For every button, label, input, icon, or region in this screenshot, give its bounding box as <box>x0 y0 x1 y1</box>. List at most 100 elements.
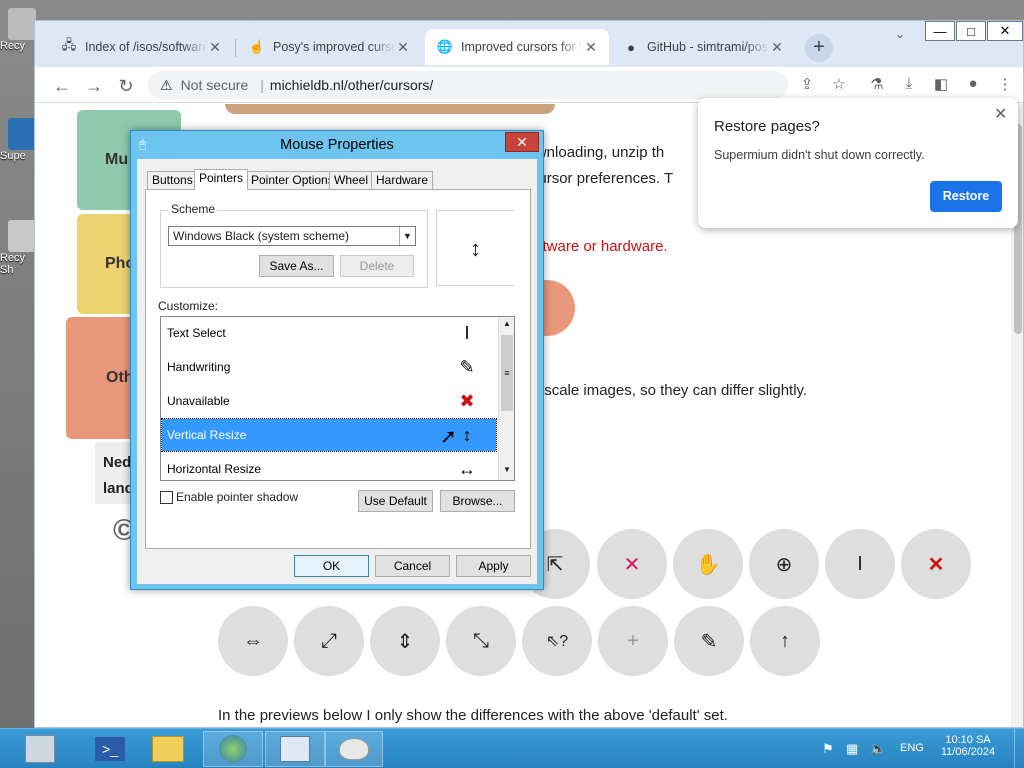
ok-button[interactable]: OK <box>294 555 369 577</box>
forward-button[interactable]: → <box>81 73 107 99</box>
tab-wheel[interactable]: Wheel <box>329 171 374 189</box>
cursor-preview-vresize: ⇕ <box>370 606 440 676</box>
security-label: Not secure <box>180 77 249 93</box>
show-desktop-button[interactable] <box>1014 729 1024 768</box>
profile-icon[interactable]: ● <box>961 75 985 95</box>
cursor-preview-box: ↕ <box>436 210 514 286</box>
mouse-icon[interactable] <box>325 731 383 767</box>
chevron-up-icon[interactable]: ▲ <box>499 319 514 333</box>
file-explorer-icon[interactable] <box>138 731 198 767</box>
close-icon[interactable]: ✕ <box>769 39 785 56</box>
share-icon[interactable]: ⇪ <box>795 75 819 95</box>
language-indicator[interactable]: ENG <box>900 742 924 754</box>
chevron-down-icon[interactable]: ▼ <box>499 465 514 479</box>
mouse-properties-dialog: 🖱 Mouse Properties ✕ Buttons Pointers Po… <box>130 130 544 590</box>
tab-search-icon[interactable]: ⌄ <box>895 27 905 41</box>
clock[interactable]: 10:10 SA 11/06/2024 <box>940 734 996 758</box>
unavailable-cursor-icon: ✖ <box>459 391 475 411</box>
scrollbar-thumb[interactable]: ≡ <box>501 335 513 411</box>
restore-pages-popup: Restore pages? ✕ Supermium didn't shut d… <box>698 98 1018 228</box>
shadow-label: Enable pointer shadow <box>176 490 299 504</box>
new-tab-button[interactable]: + <box>805 34 833 62</box>
taskbar: >_ ⚑ ▦ 🔈 ENG 10:10 SA 11/06/2024 <box>0 728 1024 768</box>
item-label: Text Select <box>167 326 226 340</box>
tab-title: GitHub - simtrami/posy <box>647 40 769 54</box>
maximize-button[interactable]: □ <box>956 21 986 41</box>
close-icon[interactable]: ✕ <box>583 39 599 56</box>
tab-title: Posy's improved cursors <box>273 40 395 54</box>
text-cursor-icon: I <box>464 323 470 343</box>
shadow-checkbox[interactable] <box>160 491 173 504</box>
address-bar[interactable]: ⚠ Not secure | michieldb.nl/other/cursor… <box>148 71 788 99</box>
download-icon[interactable]: ⤓ <box>897 75 921 95</box>
server-icon: 🖧 <box>61 37 77 52</box>
tab-title: Improved cursors for W <box>461 40 583 54</box>
popup-message: Supermium didn't shut down correctly. <box>714 148 925 162</box>
list-item-text-select[interactable]: Text Select I <box>162 317 496 349</box>
cursor-glyph: ✎ <box>700 630 718 653</box>
dialog-close-button[interactable]: ✕ <box>505 132 539 152</box>
scheme-select[interactable]: Windows Black (system scheme) ▼ <box>168 226 416 246</box>
minimize-button[interactable]: — <box>925 21 955 41</box>
reload-button[interactable]: ↻ <box>113 73 139 99</box>
tab-index-isos[interactable]: 🖧 Index of /isos/software ✕ <box>49 29 233 65</box>
side-panel-icon[interactable]: ◧ <box>929 75 953 95</box>
close-window-button[interactable]: ✕ <box>987 21 1023 41</box>
item-label: Horizontal Resize <box>167 462 262 476</box>
delete-button: Delete <box>340 255 414 277</box>
use-default-button[interactable]: Use Default <box>358 490 433 512</box>
cursor-glyph: ⤢ <box>321 629 337 652</box>
server-manager-icon[interactable] <box>10 731 70 767</box>
cancel-button[interactable]: Cancel <box>375 555 450 577</box>
cursor-glyph: + <box>627 629 639 652</box>
warning-icon[interactable]: ⚠ <box>160 77 173 94</box>
cursor-preview-unavailable: ✕ <box>901 529 971 599</box>
desktop-icon-label: Supe <box>0 150 26 162</box>
body-text: In the previews below I only show the di… <box>218 707 728 724</box>
cursor-preview-move: ⊕ <box>749 529 819 599</box>
cursor-glyph: ⊕ <box>775 553 793 576</box>
restore-button[interactable]: Restore <box>930 181 1002 212</box>
cursor-preview-text: I <box>825 529 895 599</box>
tab-pointers[interactable]: Pointers <box>194 169 249 190</box>
browser-icon[interactable] <box>203 731 263 767</box>
browse-button[interactable]: Browse... <box>440 490 515 512</box>
list-scrollbar[interactable]: ▲ ≡ ▼ <box>498 317 514 480</box>
cursor-preview-alternate: ↑ <box>750 606 820 676</box>
tab-hardware[interactable]: Hardware <box>371 171 434 189</box>
tab-buttons[interactable]: Buttons <box>147 171 198 189</box>
extension-icon[interactable]: ⚗ <box>865 75 889 95</box>
display-icon[interactable]: ▦ <box>846 741 858 757</box>
close-icon[interactable]: ✕ <box>994 104 1007 124</box>
tab-improved-cursors[interactable]: 🌐 Improved cursors for W ✕ <box>425 29 609 65</box>
tab-strip: 🖧 Index of /isos/software ✕ ☝ Posy's improv… <box>35 21 1023 67</box>
clock-date: 11/06/2024 <box>940 746 996 758</box>
tab-pointer-options[interactable]: Pointer Options <box>246 171 339 189</box>
volume-icon[interactable]: 🔈 <box>870 741 886 757</box>
item-label: Unavailable <box>167 394 230 408</box>
bookmark-star-icon[interactable]: ☆ <box>827 75 851 95</box>
network-icon[interactable]: ⚑ <box>822 741 834 757</box>
cursor-glyph: ⇔ <box>243 629 263 652</box>
close-icon[interactable]: ✕ <box>395 39 411 56</box>
cursor-glyph: ↑ <box>780 629 790 652</box>
cursor-preview-diag-resize: ⤢ <box>294 606 364 676</box>
back-button[interactable]: ← <box>49 73 75 99</box>
tab-github[interactable]: ● GitHub - simtrami/posy ✕ <box>611 29 795 65</box>
list-item-horizontal-resize[interactable]: Horizontal Resize ↔ <box>162 453 496 480</box>
list-item-vertical-resize[interactable]: Vertical Resize ↕ ➚ <box>161 418 497 452</box>
scheme-label: Scheme <box>168 202 219 216</box>
list-item-unavailable[interactable]: Unavailable ✖ <box>162 385 496 417</box>
chevron-down-icon[interactable]: ▼ <box>399 227 415 245</box>
powershell-icon[interactable]: >_ <box>80 731 140 767</box>
control-panel-icon[interactable] <box>265 731 325 767</box>
tab-posy-cursors[interactable]: ☝ Posy's improved cursors✕ <box>237 29 421 65</box>
apply-button[interactable]: Apply <box>456 555 531 577</box>
cursor-preview-precision: + <box>598 606 668 676</box>
list-item-handwriting[interactable]: Handwriting ✎ <box>162 351 496 383</box>
menu-icon[interactable]: ⋮ <box>993 75 1017 95</box>
github-icon: ● <box>627 39 635 55</box>
save-as-button[interactable]: Save As... <box>259 255 334 277</box>
clock-time: 10:10 SA <box>945 734 991 746</box>
close-icon[interactable]: ✕ <box>207 39 223 56</box>
